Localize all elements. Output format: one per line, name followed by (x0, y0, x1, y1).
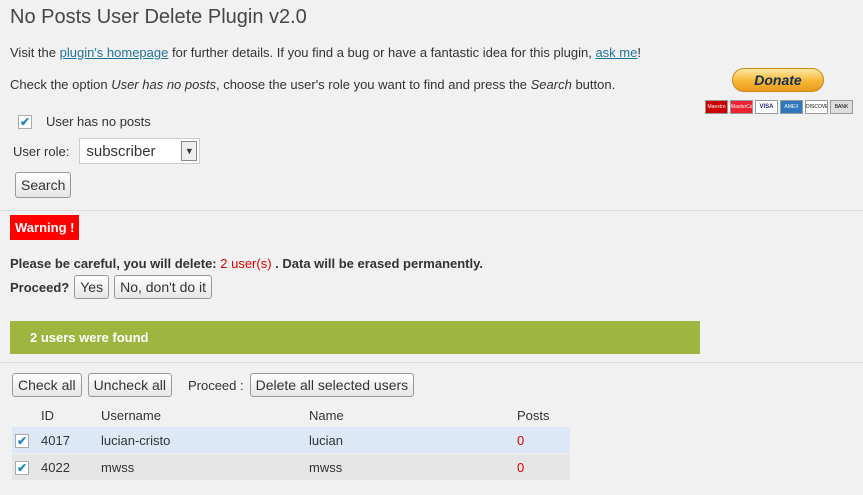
user-id: 4017 (41, 427, 101, 454)
no-posts-label: User has no posts (46, 114, 151, 129)
no-posts-option: ✔ User has no posts (18, 114, 151, 129)
user-name: lucian (309, 427, 517, 454)
instructions-button-name: Search (530, 77, 572, 92)
amex-card-icon: AMEX (780, 100, 803, 114)
user-name: mwss (309, 453, 517, 481)
donate-button[interactable]: Donate (732, 68, 824, 92)
divider (0, 362, 863, 363)
homepage-link[interactable]: plugin's homepage (60, 45, 169, 60)
results-found-banner: 2 users were found (10, 321, 700, 354)
column-header-name: Name (309, 408, 344, 423)
row-checkbox[interactable]: ✔ (15, 460, 29, 475)
column-header-id: ID (41, 408, 54, 423)
mastercard-icon: MasterCard (730, 100, 753, 114)
intro-suffix: ! (637, 45, 641, 60)
delete-warning-text: Please be careful, you will delete: 2 us… (10, 256, 483, 271)
maestro-card-icon: Maestro (705, 100, 728, 114)
no-posts-checkbox[interactable]: ✔ (18, 114, 32, 129)
no-button[interactable]: No, don't do it (114, 275, 213, 299)
uncheck-all-button[interactable]: Uncheck all (87, 373, 172, 397)
user-role-value: subscriber (86, 142, 156, 160)
select-column-header (12, 404, 41, 427)
user-id: 4022 (41, 453, 101, 481)
check-all-button[interactable]: Check all (12, 373, 82, 397)
checkmark-icon: ✔ (16, 433, 28, 448)
user-role-label: User role: (13, 143, 70, 159)
bulk-actions: Check all Uncheck all Proceed : Delete a… (12, 373, 415, 397)
confirm-row: Proceed? Yes No, don't do it (10, 275, 213, 299)
table-row: ✔ 4022 mwss mwss 0 (12, 453, 570, 481)
table-row: ✔ 4017 lucian-cristo lucian 0 (12, 427, 570, 454)
search-button[interactable]: Search (15, 172, 72, 198)
page-title: No Posts User Delete Plugin v2.0 (10, 6, 307, 28)
user-username: mwss (101, 453, 309, 481)
user-role-row: User role: subscriber ▼ (13, 138, 201, 164)
bank-icon: BANK (830, 100, 853, 114)
column-header-username: Username (101, 408, 161, 423)
column-header-posts: Posts (517, 408, 550, 423)
instructions-option: User has no posts (111, 77, 216, 92)
instructions-part1: Check the option (10, 77, 112, 92)
ask-me-link[interactable]: ask me (595, 45, 637, 60)
warning-badge: Warning ! (10, 215, 80, 240)
delete-selected-button[interactable]: Delete all selected users (249, 373, 415, 397)
visa-card-icon: VISA (755, 100, 778, 114)
divider (0, 210, 863, 211)
bulk-proceed-label: Proceed : (187, 377, 244, 393)
table-header: ID Username Name Posts (12, 404, 570, 427)
user-posts: 0 (517, 427, 570, 454)
intro-text: Visit the plugin's homepage for further … (10, 45, 641, 60)
user-role-select[interactable]: subscriber ▼ (79, 138, 201, 164)
users-table: ID Username Name Posts ✔ 4017 lucian-cri… (12, 404, 570, 481)
user-username: lucian-cristo (101, 427, 309, 454)
row-checkbox[interactable]: ✔ (15, 433, 29, 448)
donate-area: Donate Maestro MasterCard VISA AMEX DISC… (705, 68, 853, 114)
delete-count: 2 user(s) (220, 256, 272, 271)
checkmark-icon: ✔ (16, 460, 28, 475)
instructions-text: Check the option User has no posts, choo… (10, 77, 615, 92)
yes-button[interactable]: Yes (74, 275, 110, 299)
intro-middle: for further details. If you find a bug o… (168, 45, 596, 60)
warning-prefix: Please be careful, you will delete: (10, 256, 221, 271)
payment-cards: Maestro MasterCard VISA AMEX DISCOVER BA… (705, 100, 853, 114)
warning-suffix: . Data will be erased permanently. (271, 256, 483, 271)
checkmark-icon: ✔ (19, 114, 31, 129)
dropdown-arrow-icon[interactable]: ▼ (181, 141, 198, 161)
discover-card-icon: DISCOVER (805, 100, 828, 114)
intro-prefix: Visit the (10, 45, 60, 60)
instructions-part2: , choose the user's role you want to fin… (215, 77, 531, 92)
user-posts: 0 (517, 453, 570, 481)
proceed-label: Proceed? (10, 279, 70, 295)
instructions-part3: button. (571, 77, 616, 92)
